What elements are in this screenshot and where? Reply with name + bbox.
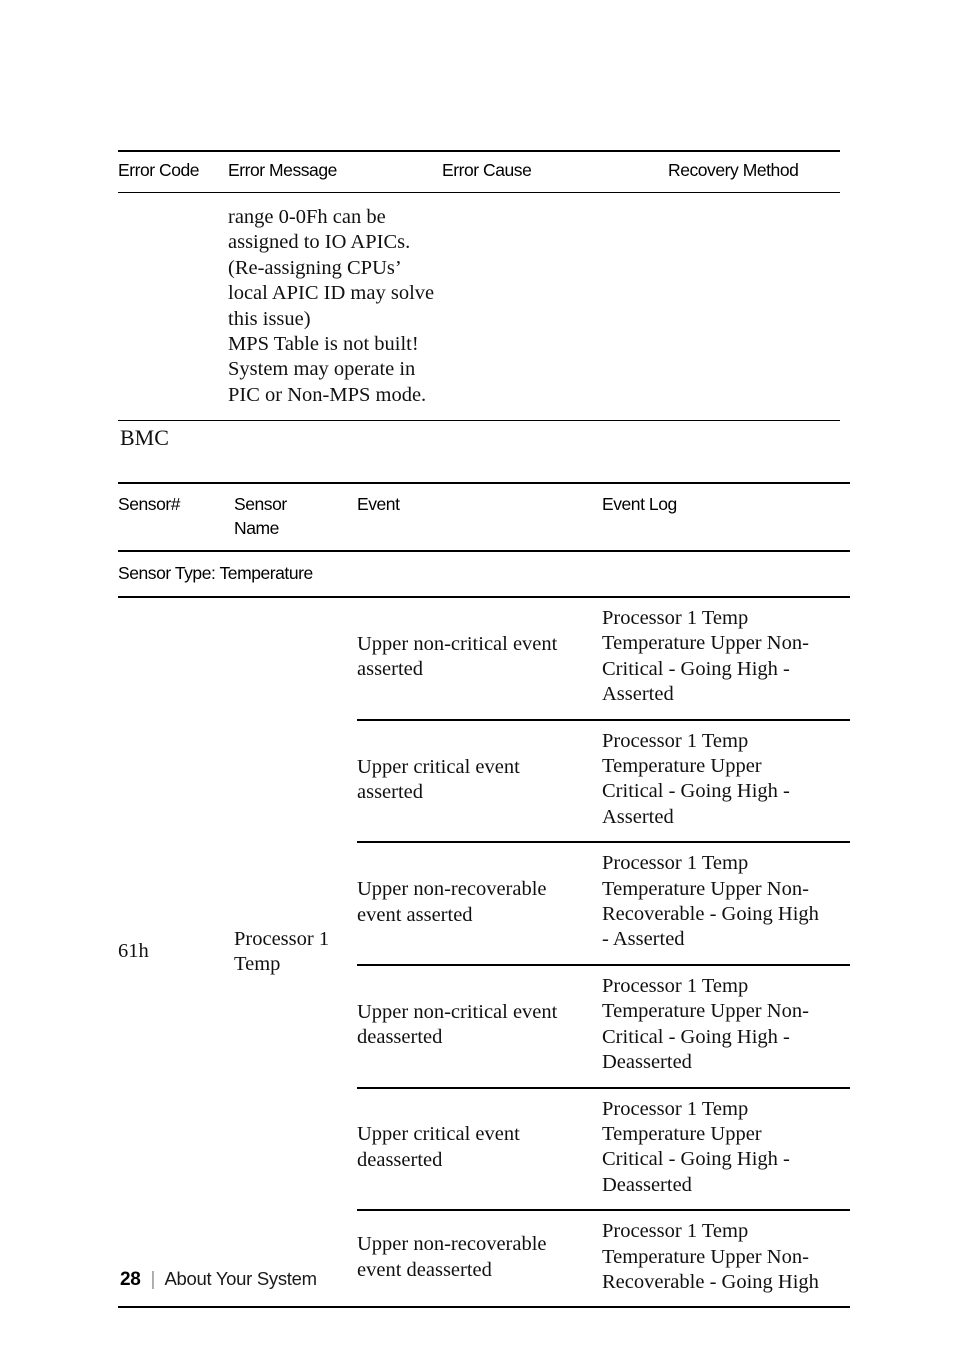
error-code-table: Error Code Error Message Error Cause Rec… xyxy=(118,150,840,422)
event-log-line: Deasserted xyxy=(602,1173,692,1196)
event-cell: Upper critical event deasserted xyxy=(357,1086,602,1211)
event-log-line: Processor 1 Temp xyxy=(602,729,749,752)
error-table-header-error-code: Error Code xyxy=(118,150,228,193)
event-log-line: Temperature Upper Non- xyxy=(602,877,809,900)
bmc-section-caption: BMC xyxy=(120,425,169,450)
event-log-line: Processor 1 Temp xyxy=(602,607,749,629)
error-code-cell xyxy=(118,191,228,421)
sensor-type-label: Sensor Type: Temperature xyxy=(118,550,850,597)
sensor-number-cell: 61h xyxy=(118,595,234,1308)
event-cell: Upper non-recoverable event deasserted xyxy=(357,1209,602,1308)
error-message-line: System may operate in xyxy=(228,358,416,381)
event-cell: Upper non-recoverable event asserted xyxy=(357,841,602,965)
bottom-rule xyxy=(668,420,840,422)
event-log-line: Critical - Going High - xyxy=(602,657,790,680)
table-row: 61h Processor 1 Temp Upper non-critical … xyxy=(118,595,850,1308)
bmc-sensor-table: Sensor# Sensor Name Event Event Log Sens… xyxy=(118,482,850,1310)
event-log-line: Critical - Going High - xyxy=(602,780,790,803)
footer-page-number: 28 xyxy=(120,1269,141,1290)
event-log-line: Critical - Going High - xyxy=(602,1148,790,1171)
footer-section-title: About Your System xyxy=(164,1268,317,1289)
event-line: deasserted xyxy=(357,1026,443,1049)
bottom-rule xyxy=(234,1306,357,1310)
footer-separator: | xyxy=(150,1269,156,1290)
event-log-line: - Asserted xyxy=(602,928,685,951)
bmc-header-sensor-num: Sensor# xyxy=(118,482,234,551)
event-line: asserted xyxy=(357,658,424,681)
table-row: range 0-0Fh can be assigned to IO APICs.… xyxy=(118,191,840,421)
bmc-header-sensor-name: Sensor Name xyxy=(234,482,357,551)
bmc-header-sensor-name-line2: Name xyxy=(234,518,279,538)
event-log-cell: Processor 1 Temp Temperature Upper Criti… xyxy=(602,1086,850,1211)
bmc-table-header-row: Sensor# Sensor Name Event Event Log xyxy=(118,482,850,551)
event-log-cell: Processor 1 Temp Temperature Upper Non- … xyxy=(602,841,850,965)
error-message-cell: range 0-0Fh can be assigned to IO APICs.… xyxy=(228,191,442,421)
sensor-type-group-row: Sensor Type: Temperature xyxy=(118,550,850,597)
error-message-line: local APIC ID may solve xyxy=(228,282,435,305)
error-message-line: PIC or Non-MPS mode. xyxy=(228,383,427,406)
event-line: Upper critical event xyxy=(357,1123,520,1146)
event-log-line: Asserted xyxy=(602,683,674,706)
bmc-header-event: Event xyxy=(357,482,602,551)
event-log-line: Temperature Upper Non- xyxy=(602,1245,809,1268)
page-footer: 28 | About Your System xyxy=(120,1268,317,1291)
event-log-line: Processor 1 Temp xyxy=(602,1220,749,1243)
event-log-line: Recoverable - Going High xyxy=(602,1270,819,1293)
event-log-line: Processor 1 Temp xyxy=(602,1097,749,1120)
error-table-header-row: Error Code Error Message Error Cause Rec… xyxy=(118,150,840,193)
event-line: deasserted xyxy=(357,1148,443,1171)
event-log-line: Deasserted xyxy=(602,1051,692,1074)
sensor-name-cell: Processor 1 Temp xyxy=(234,595,357,1308)
sensor-name-line1: Processor 1 xyxy=(234,927,330,950)
error-message-line: assigned to IO APICs. xyxy=(228,231,411,254)
sensor-name-line2: Temp xyxy=(234,953,281,976)
event-line: Upper non-critical event xyxy=(357,632,558,655)
event-log-cell: Processor 1 Temp Temperature Upper Criti… xyxy=(602,718,850,843)
error-cause-cell xyxy=(442,191,668,421)
event-line: Upper critical event xyxy=(357,755,520,778)
event-line: asserted xyxy=(357,780,424,803)
event-log-line: Temperature Upper Non- xyxy=(602,632,809,655)
error-message-line: this issue) xyxy=(228,307,311,330)
event-log-line: Temperature Upper xyxy=(602,1122,762,1145)
event-log-line: Processor 1 Temp xyxy=(602,974,749,997)
event-line: Upper non-recoverable xyxy=(357,1233,547,1256)
bottom-rule xyxy=(118,420,228,422)
document-page: Error Code Error Message Error Cause Rec… xyxy=(0,0,954,1354)
event-log-cell: Processor 1 Temp Temperature Upper Non- … xyxy=(602,596,850,720)
event-log-cell: Processor 1 Temp Temperature Upper Non- … xyxy=(602,963,850,1088)
recovery-method-cell xyxy=(668,191,840,421)
event-line: Upper non-critical event xyxy=(357,1000,558,1023)
bottom-rule xyxy=(118,1306,234,1310)
error-table-header-error-cause: Error Cause xyxy=(442,150,668,193)
event-line: event deasserted xyxy=(357,1258,492,1281)
error-table-bottom-rule-row xyxy=(118,420,840,422)
event-cell: Upper critical event asserted xyxy=(357,718,602,843)
error-message-line: (Re-assigning CPUs’ xyxy=(228,256,401,279)
event-log-cell: Processor 1 Temp Temperature Upper Non- … xyxy=(602,1209,850,1308)
error-table-header-recovery-method: Recovery Method xyxy=(668,150,840,193)
event-log-line: Recoverable - Going High xyxy=(602,903,819,926)
event-log-line: Temperature Upper xyxy=(602,755,762,778)
event-line: Upper non-recoverable xyxy=(357,878,547,901)
bmc-table-bottom-rule-row xyxy=(118,1306,850,1310)
event-log-line: Processor 1 Temp xyxy=(602,852,749,875)
event-line: event asserted xyxy=(357,903,473,926)
error-message-line: MPS Table is not built! xyxy=(228,333,419,356)
event-log-line: Asserted xyxy=(602,805,674,828)
event-cell: Upper non-critical event deasserted xyxy=(357,963,602,1088)
bottom-rule xyxy=(228,420,442,422)
bottom-rule xyxy=(602,1306,850,1310)
bottom-rule xyxy=(442,420,668,422)
event-cell: Upper non-critical event asserted xyxy=(357,596,602,720)
error-table-header-error-message: Error Message xyxy=(228,150,442,193)
bmc-header-sensor-name-line1: Sensor xyxy=(234,494,287,514)
bottom-rule xyxy=(357,1306,602,1310)
event-log-line: Temperature Upper Non- xyxy=(602,1000,809,1023)
error-message-line: range 0-0Fh can be xyxy=(228,206,386,228)
event-log-line: Critical - Going High - xyxy=(602,1025,790,1048)
bmc-header-event-log: Event Log xyxy=(602,482,850,551)
